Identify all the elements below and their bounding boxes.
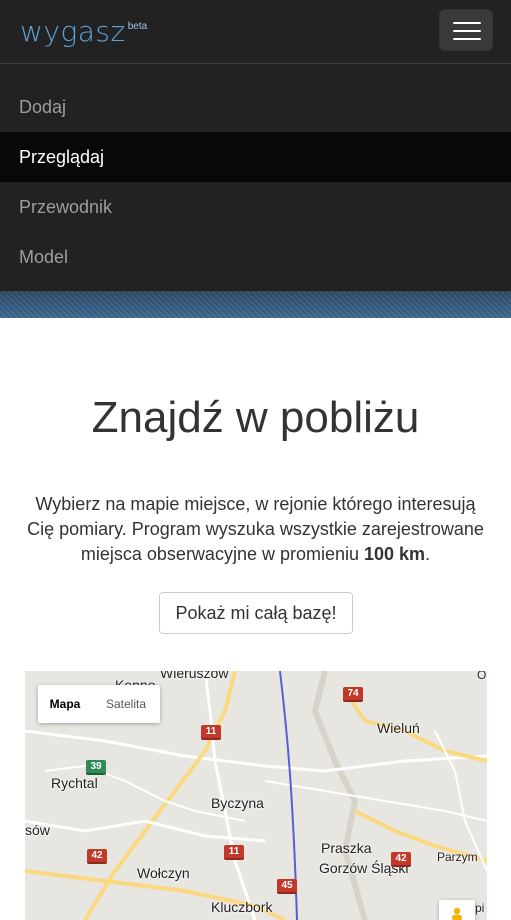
show-all-button[interactable]: Pokaż mi całą bazę! xyxy=(159,592,353,634)
road-shield-45: 45 xyxy=(277,879,297,894)
navbar: wygasz beta xyxy=(0,0,511,64)
road-shield-39: 39 xyxy=(86,760,106,775)
brand-logo[interactable]: wygasz beta xyxy=(20,15,147,49)
map-type-control: Mapa Satelita xyxy=(38,685,160,723)
page-title: Znajdź w pobliżu xyxy=(91,393,420,442)
map-label-byczyna: Byczyna xyxy=(211,795,264,811)
menu-item-model[interactable]: Model xyxy=(0,232,511,282)
map-label-wieruszow: Wieruszów xyxy=(160,671,229,681)
map-type-satellite-button[interactable]: Satelita xyxy=(92,685,160,723)
brand-name: wygasz xyxy=(20,15,126,48)
nav-menu: Dodaj Przeglądaj Przewodnik Model xyxy=(0,64,511,292)
road-shield-74: 74 xyxy=(343,687,363,702)
map-label-rychtal: Rychtal xyxy=(51,775,98,791)
pegman-button[interactable] xyxy=(439,900,475,920)
menu-item-przewodnik[interactable]: Przewodnik xyxy=(0,182,511,232)
map-type-map-button[interactable]: Mapa xyxy=(38,685,92,723)
page-description: Wybierz na mapie miejsce, w rejonie któr… xyxy=(27,494,484,564)
texture-band xyxy=(0,292,511,318)
map-view[interactable]: Wieruszów Kępno Rychtal Byczyna Wieluń P… xyxy=(25,671,487,920)
pegman-icon xyxy=(452,907,462,920)
road-shield-11: 11 xyxy=(201,725,221,740)
map-label-pi: pi xyxy=(475,901,485,915)
hamburger-icon xyxy=(453,22,481,24)
road-shield-42: 42 xyxy=(87,849,107,864)
map-label-praszka: Praszka xyxy=(321,840,372,856)
menu-item-przegladaj[interactable]: Przeglądaj xyxy=(0,132,511,182)
menu-item-dodaj[interactable]: Dodaj xyxy=(0,82,511,132)
brand-badge: beta xyxy=(127,21,148,32)
map-label-parzym: Parzym xyxy=(437,850,478,864)
menu-toggle-button[interactable] xyxy=(439,9,493,51)
road-shield-11b: 11 xyxy=(224,845,244,860)
map-label-sow: sów xyxy=(25,822,50,838)
map-label-wielun: Wieluń xyxy=(377,720,420,736)
map-label-wolczyn: Wołczyn xyxy=(137,865,190,881)
road-shield-42b: 42 xyxy=(391,852,411,867)
radius-value: 100 km xyxy=(364,544,426,564)
map-label-kluczbork: Kluczbork xyxy=(211,899,273,915)
map-label-o: O xyxy=(477,671,487,682)
